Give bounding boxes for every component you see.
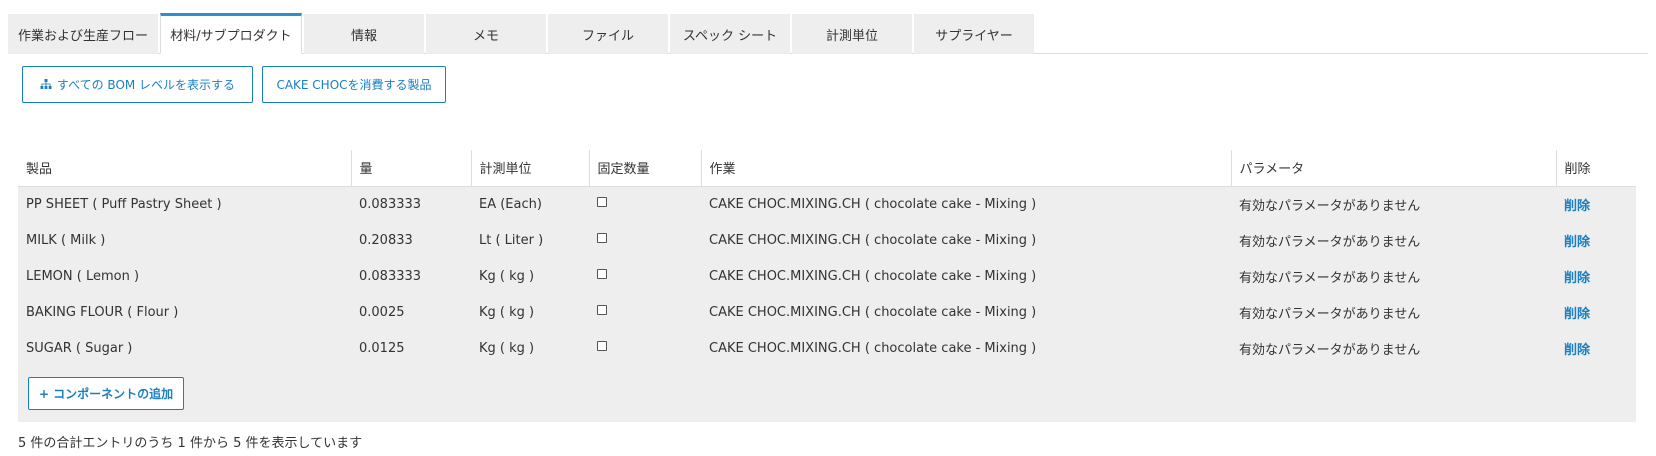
cell-operation: CAKE CHOC.MIXING.CH ( chocolate cake - M… — [701, 258, 1231, 294]
cell-quantity: 0.0125 — [351, 330, 471, 366]
delete-link[interactable]: 削除 — [1564, 235, 1590, 250]
products-consuming-button[interactable]: CAKE CHOCを消費する製品 — [262, 66, 446, 103]
delete-link[interactable]: 削除 — [1564, 271, 1590, 286]
show-bom-levels-label: すべての BOM レベルを表示する — [56, 78, 236, 92]
table-row: SUGAR ( Sugar ) 0.0125 Kg ( kg ) CAKE CH… — [18, 330, 1636, 366]
tab-memo[interactable]: メモ — [426, 14, 546, 54]
tab-materials[interactable]: 材料/サブプロダクト — [160, 13, 302, 54]
cell-unit: Kg ( kg ) — [471, 294, 589, 330]
add-component-label: コンポーネントの追加 — [53, 387, 174, 401]
products-consuming-label: CAKE CHOCを消費する製品 — [276, 78, 432, 92]
header-operation[interactable]: 作業 — [700, 150, 1231, 187]
cell-unit: EA (Each) — [471, 186, 589, 222]
table-row: BAKING FLOUR ( Flour ) 0.0025 Kg ( kg ) … — [18, 294, 1636, 330]
table-row: PP SHEET ( Puff Pastry Sheet ) 0.083333 … — [18, 186, 1636, 222]
cell-operation: CAKE CHOC.MIXING.CH ( chocolate cake - M… — [701, 186, 1231, 222]
cell-delete: 削除 — [1556, 330, 1636, 366]
tab-units[interactable]: 計測単位 — [792, 14, 912, 54]
header-parameters[interactable]: パラメータ — [1230, 150, 1556, 187]
cell-fixed — [589, 186, 701, 222]
cell-delete: 削除 — [1556, 294, 1636, 330]
table-header-row: 製品 量 計測単位 固定数量 作業 パラメータ 削除 — [18, 150, 1636, 187]
cell-parameters: 有効なパラメータがありません — [1231, 258, 1556, 294]
fixed-quantity-checkbox[interactable] — [597, 305, 607, 315]
tab-spec-sheet[interactable]: スペック シート — [670, 14, 790, 54]
delete-link[interactable]: 削除 — [1564, 307, 1590, 322]
plus-icon: + — [39, 386, 50, 401]
tab-operations-flow[interactable]: 作業および生産フロー — [8, 14, 158, 54]
header-delete: 削除 — [1555, 150, 1636, 187]
add-component-button[interactable]: + コンポーネントの追加 — [28, 377, 185, 410]
entries-summary: 5 件の合計エントリのうち 1 件から 5 件を表示しています — [18, 436, 363, 451]
tab-bar: 作業および生産フロー 材料/サブプロダクト 情報 メモ ファイル スペック シー… — [8, 13, 1648, 54]
cell-operation: CAKE CHOC.MIXING.CH ( chocolate cake - M… — [701, 330, 1231, 366]
header-product[interactable]: 製品 — [18, 150, 351, 187]
header-fixed-quantity[interactable]: 固定数量 — [588, 150, 701, 187]
cell-operation: CAKE CHOC.MIXING.CH ( chocolate cake - M… — [701, 294, 1231, 330]
cell-product: MILK ( Milk ) — [18, 222, 351, 258]
cell-product: BAKING FLOUR ( Flour ) — [18, 294, 351, 330]
cell-fixed — [589, 222, 701, 258]
table-row: LEMON ( Lemon ) 0.083333 Kg ( kg ) CAKE … — [18, 258, 1636, 294]
table-row: MILK ( Milk ) 0.20833 Lt ( Liter ) CAKE … — [18, 222, 1636, 258]
header-quantity[interactable]: 量 — [350, 150, 471, 187]
cell-operation: CAKE CHOC.MIXING.CH ( chocolate cake - M… — [701, 222, 1231, 258]
cell-parameters: 有効なパラメータがありません — [1231, 186, 1556, 222]
cell-quantity: 0.083333 — [351, 258, 471, 294]
cell-delete: 削除 — [1556, 222, 1636, 258]
tab-suppliers[interactable]: サプライヤー — [914, 14, 1034, 54]
components-table: 製品 量 計測単位 固定数量 作業 パラメータ 削除 PP SHEET ( Pu… — [18, 150, 1636, 422]
cell-fixed — [589, 294, 701, 330]
fixed-quantity-checkbox[interactable] — [597, 341, 607, 351]
cell-fixed — [589, 330, 701, 366]
delete-link[interactable]: 削除 — [1564, 199, 1590, 214]
cell-product: SUGAR ( Sugar ) — [18, 330, 351, 366]
cell-delete: 削除 — [1556, 186, 1636, 222]
fixed-quantity-checkbox[interactable] — [597, 269, 607, 279]
table-footer: + コンポーネントの追加 — [18, 366, 1636, 422]
cell-fixed — [589, 258, 701, 294]
header-unit[interactable]: 計測単位 — [470, 150, 589, 187]
cell-unit: Kg ( kg ) — [471, 258, 589, 294]
cell-quantity: 0.083333 — [351, 186, 471, 222]
delete-link[interactable]: 削除 — [1564, 343, 1590, 358]
cell-parameters: 有効なパラメータがありません — [1231, 222, 1556, 258]
fixed-quantity-checkbox[interactable] — [597, 233, 607, 243]
tab-info[interactable]: 情報 — [304, 14, 424, 54]
cell-unit: Lt ( Liter ) — [471, 222, 589, 258]
cell-quantity: 0.0025 — [351, 294, 471, 330]
tab-files[interactable]: ファイル — [548, 14, 668, 54]
cell-quantity: 0.20833 — [351, 222, 471, 258]
fixed-quantity-checkbox[interactable] — [597, 197, 607, 208]
cell-parameters: 有効なパラメータがありません — [1231, 330, 1556, 366]
show-bom-levels-button[interactable]: すべての BOM レベルを表示する — [22, 66, 253, 103]
cell-delete: 削除 — [1556, 258, 1636, 294]
sitemap-icon — [40, 79, 52, 90]
cell-product: LEMON ( Lemon ) — [18, 258, 351, 294]
cell-product: PP SHEET ( Puff Pastry Sheet ) — [18, 186, 351, 222]
cell-unit: Kg ( kg ) — [471, 330, 589, 366]
cell-parameters: 有効なパラメータがありません — [1231, 294, 1556, 330]
